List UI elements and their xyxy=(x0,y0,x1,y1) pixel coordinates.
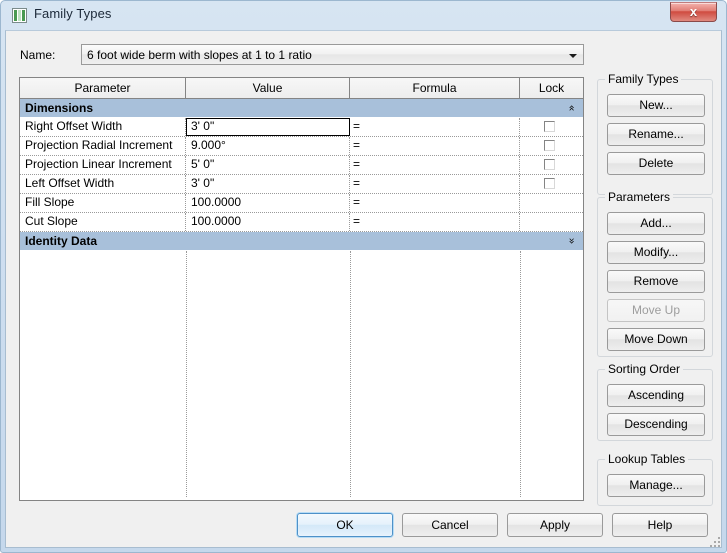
parameter-name-cell[interactable]: Fill Slope xyxy=(20,194,186,212)
delete-type-button[interactable]: Delete xyxy=(607,152,705,175)
table-row[interactable]: Projection Linear Increment 5' 0" = xyxy=(20,156,583,175)
family-type-name-combobox[interactable]: 6 foot wide berm with slopes at 1 to 1 r… xyxy=(81,44,584,65)
family-types-dialog: Family Types x Name: 6 foot wide berm wi… xyxy=(0,0,727,553)
parameter-value-cell[interactable]: 100.0000 xyxy=(186,213,350,231)
parameter-value-cell[interactable]: 3' 0" xyxy=(186,175,350,193)
close-icon: x xyxy=(689,4,698,19)
grid-column-header-lock[interactable]: Lock xyxy=(520,78,583,98)
window-title: Family Types xyxy=(34,6,112,21)
sort-ascending-button[interactable]: Ascending xyxy=(607,384,705,407)
group-box: Parameters Add... Modify... Remove Move Up Mo… xyxy=(597,190,713,357)
parameters-grid: Parameter Value Formula Lock Dimensions « Rig… xyxy=(19,77,584,501)
parameter-name-cell[interactable]: Right Offset Width xyxy=(20,118,186,136)
group-box: Sorting Order Ascending Descending xyxy=(597,362,713,441)
parameter-formula-cell[interactable]: = xyxy=(350,156,520,174)
chevron-up-icon[interactable]: « xyxy=(565,105,579,112)
modify-parameter-button[interactable]: Modify... xyxy=(607,241,705,264)
group-box: Lookup Tables Manage... xyxy=(597,452,713,506)
chevron-down-icon xyxy=(569,54,577,58)
parameter-lock-cell[interactable] xyxy=(520,175,583,193)
ok-button[interactable]: OK xyxy=(297,513,393,537)
close-button[interactable]: x xyxy=(670,2,717,22)
lock-checkbox[interactable] xyxy=(544,159,555,170)
footer-bar: OK Cancel Apply Help xyxy=(1,504,726,552)
table-row[interactable]: Left Offset Width 3' 0" = xyxy=(20,175,583,194)
parameter-formula-cell[interactable]: = xyxy=(350,175,520,193)
group-box-legend: Sorting Order xyxy=(605,362,684,376)
parameter-lock-cell[interactable] xyxy=(520,213,583,231)
parameter-value-cell[interactable]: 9.000° xyxy=(186,137,350,155)
parameter-name-cell[interactable]: Cut Slope xyxy=(20,213,186,231)
rename-type-button[interactable]: Rename... xyxy=(607,123,705,146)
parameter-name-cell[interactable]: Projection Radial Increment xyxy=(20,137,186,155)
move-up-button: Move Up xyxy=(607,299,705,322)
group-box-legend: Lookup Tables xyxy=(605,452,689,466)
parameter-value-cell[interactable]: 5' 0" xyxy=(186,156,350,174)
table-row[interactable]: Right Offset Width 3' 0" = xyxy=(20,118,583,137)
add-parameter-button[interactable]: Add... xyxy=(607,212,705,235)
help-button[interactable]: Help xyxy=(612,513,708,537)
cancel-button[interactable]: Cancel xyxy=(402,513,498,537)
remove-parameter-button[interactable]: Remove xyxy=(607,270,705,293)
lock-checkbox[interactable] xyxy=(544,140,555,151)
grid-column-header-formula[interactable]: Formula xyxy=(350,78,520,98)
group-box-legend: Family Types xyxy=(605,72,682,86)
manage-lookup-tables-button[interactable]: Manage... xyxy=(607,474,705,497)
group-box: Family Types New... Rename... Delete xyxy=(597,72,713,195)
apply-button[interactable]: Apply xyxy=(507,513,603,537)
parameter-formula-cell[interactable]: = xyxy=(350,213,520,231)
family-type-name-value: 6 foot wide berm with slopes at 1 to 1 r… xyxy=(87,48,312,62)
parameter-name-cell[interactable]: Projection Linear Increment xyxy=(20,156,186,174)
grid-group-label: Dimensions xyxy=(25,101,94,115)
grid-group-header[interactable]: Identity Data » xyxy=(20,232,583,251)
parameter-value-cell[interactable]: 100.0000 xyxy=(186,194,350,212)
grid-empty-area[interactable] xyxy=(20,251,583,497)
family-types-icon xyxy=(12,8,27,23)
lock-checkbox[interactable] xyxy=(544,121,555,132)
resize-grip[interactable] xyxy=(710,537,722,549)
parameter-lock-cell[interactable] xyxy=(520,194,583,212)
new-type-button[interactable]: New... xyxy=(607,94,705,117)
chevron-down-icon[interactable]: » xyxy=(565,238,579,245)
parameter-lock-cell[interactable] xyxy=(520,156,583,174)
parameter-lock-cell[interactable] xyxy=(520,137,583,155)
parameter-formula-cell[interactable]: = xyxy=(350,118,520,136)
grid-column-header-value[interactable]: Value xyxy=(186,78,350,98)
parameter-value-cell[interactable]: 3' 0" xyxy=(186,118,350,136)
grid-body: Dimensions «Right Offset Width 3' 0" = Proje… xyxy=(20,99,583,251)
table-row[interactable]: Projection Radial Increment 9.000° = xyxy=(20,137,583,156)
group-box-legend: Parameters xyxy=(605,190,674,204)
move-down-button[interactable]: Move Down xyxy=(607,328,705,351)
grid-header-row: Parameter Value Formula Lock xyxy=(20,78,583,99)
grid-column-header-parameter[interactable]: Parameter xyxy=(20,78,186,98)
table-row[interactable]: Cut Slope 100.0000 = xyxy=(20,213,583,232)
lock-checkbox[interactable] xyxy=(544,178,555,189)
grid-group-label: Identity Data xyxy=(25,234,98,248)
grid-group-header[interactable]: Dimensions « xyxy=(20,99,583,118)
parameter-formula-cell[interactable]: = xyxy=(350,194,520,212)
parameter-name-cell[interactable]: Left Offset Width xyxy=(20,175,186,193)
table-row[interactable]: Fill Slope 100.0000 = xyxy=(20,194,583,213)
parameter-formula-cell[interactable]: = xyxy=(350,137,520,155)
parameter-lock-cell[interactable] xyxy=(520,118,583,136)
name-label: Name: xyxy=(20,48,56,62)
sort-descending-button[interactable]: Descending xyxy=(607,413,705,436)
title-bar[interactable]: Family Types x xyxy=(1,1,726,30)
